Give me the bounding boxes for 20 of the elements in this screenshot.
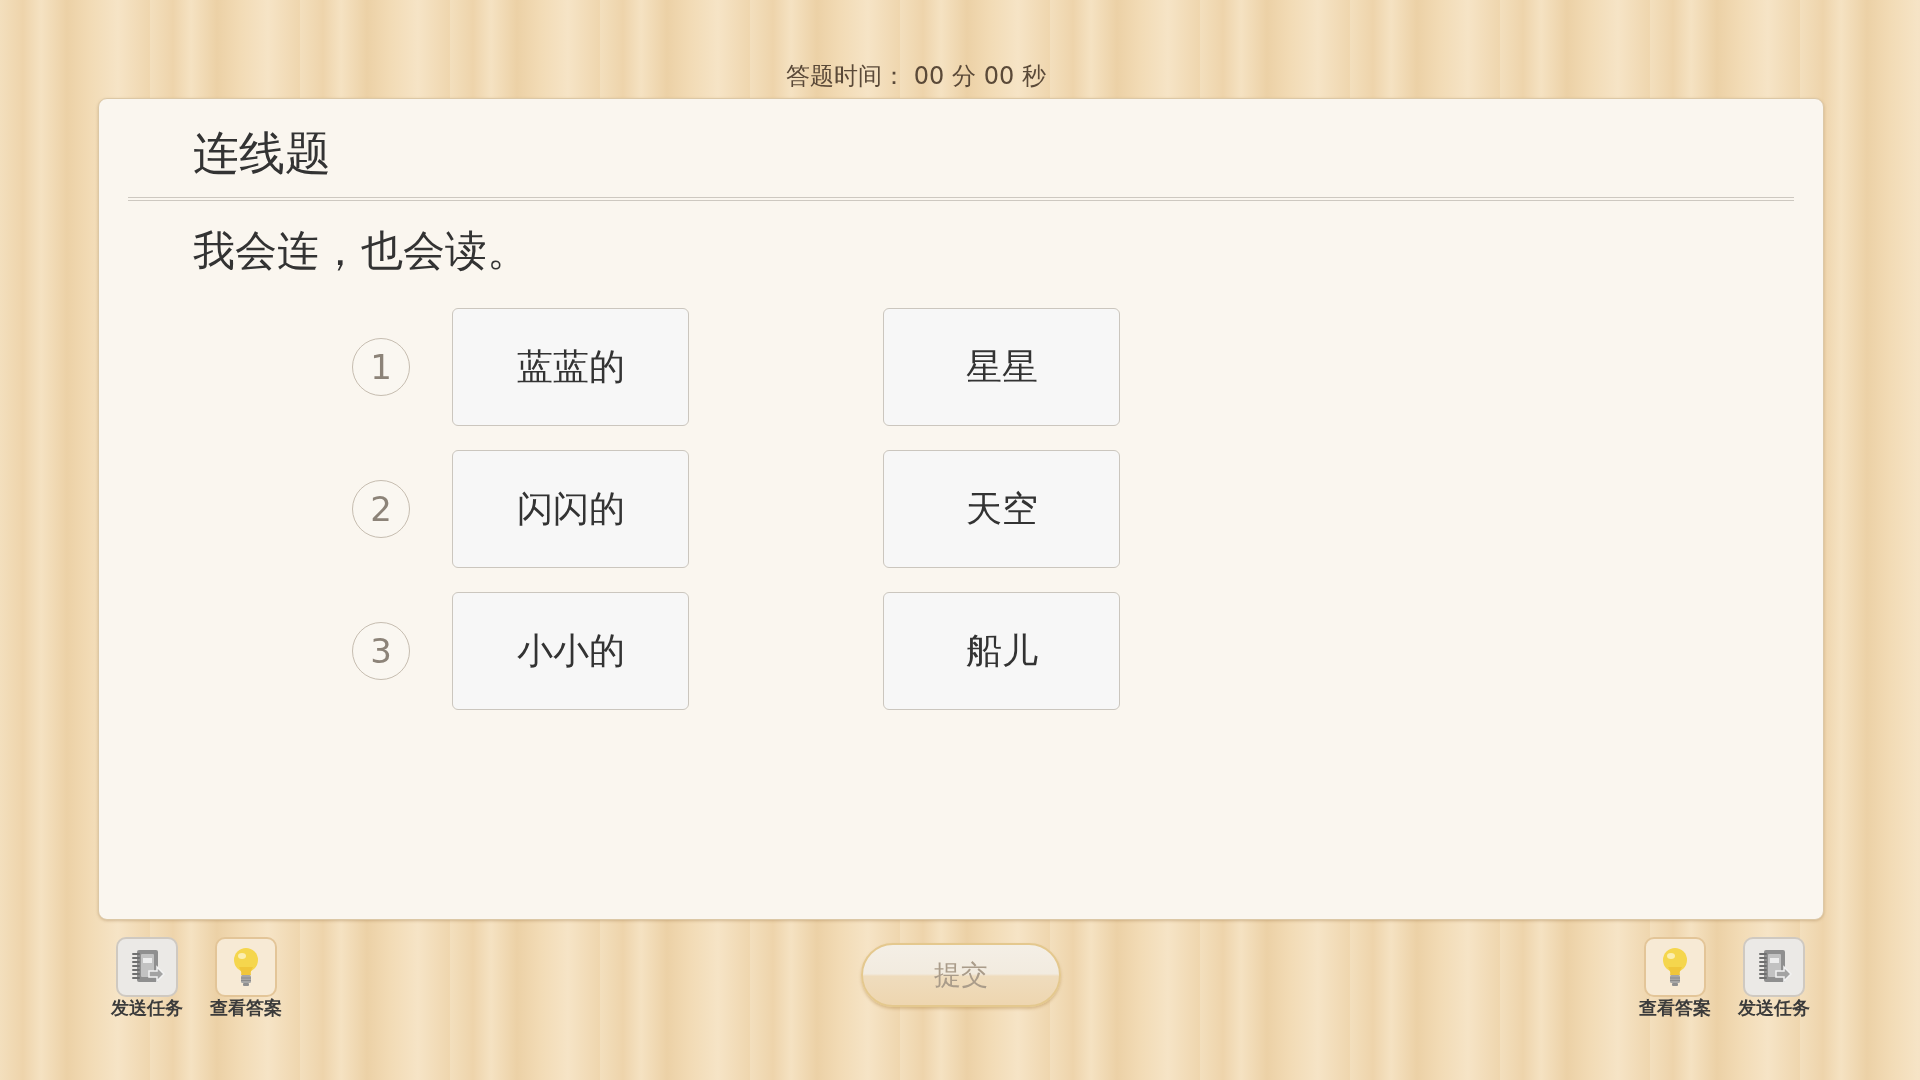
view-answer-button[interactable]: 查看答案 xyxy=(206,937,286,1019)
question-number: 1 xyxy=(352,338,410,396)
answer-timer: 答题时间： 00 分 00 秒 xyxy=(786,62,1046,90)
word-card[interactable]: 船儿 xyxy=(883,592,1120,710)
word-card[interactable]: 闪闪的 xyxy=(452,450,689,568)
notebook-icon xyxy=(1743,937,1805,997)
notebook-icon xyxy=(116,937,178,997)
word-card[interactable]: 蓝蓝的 xyxy=(452,308,689,426)
lightbulb-icon xyxy=(215,937,277,997)
word-card[interactable]: 小小的 xyxy=(452,592,689,710)
question-type-title: 连线题 xyxy=(193,126,331,180)
word-card[interactable]: 星星 xyxy=(883,308,1120,426)
question-number: 2 xyxy=(352,480,410,538)
send-task-button[interactable]: 发送任务 xyxy=(107,937,187,1019)
question-number: 3 xyxy=(352,622,410,680)
word-card[interactable]: 天空 xyxy=(883,450,1120,568)
send-task-button[interactable]: 发送任务 xyxy=(1734,937,1814,1019)
question-prompt: 我会连，也会读。 xyxy=(193,226,529,275)
view-answer-button[interactable]: 查看答案 xyxy=(1635,937,1715,1019)
lightbulb-icon xyxy=(1644,937,1706,997)
